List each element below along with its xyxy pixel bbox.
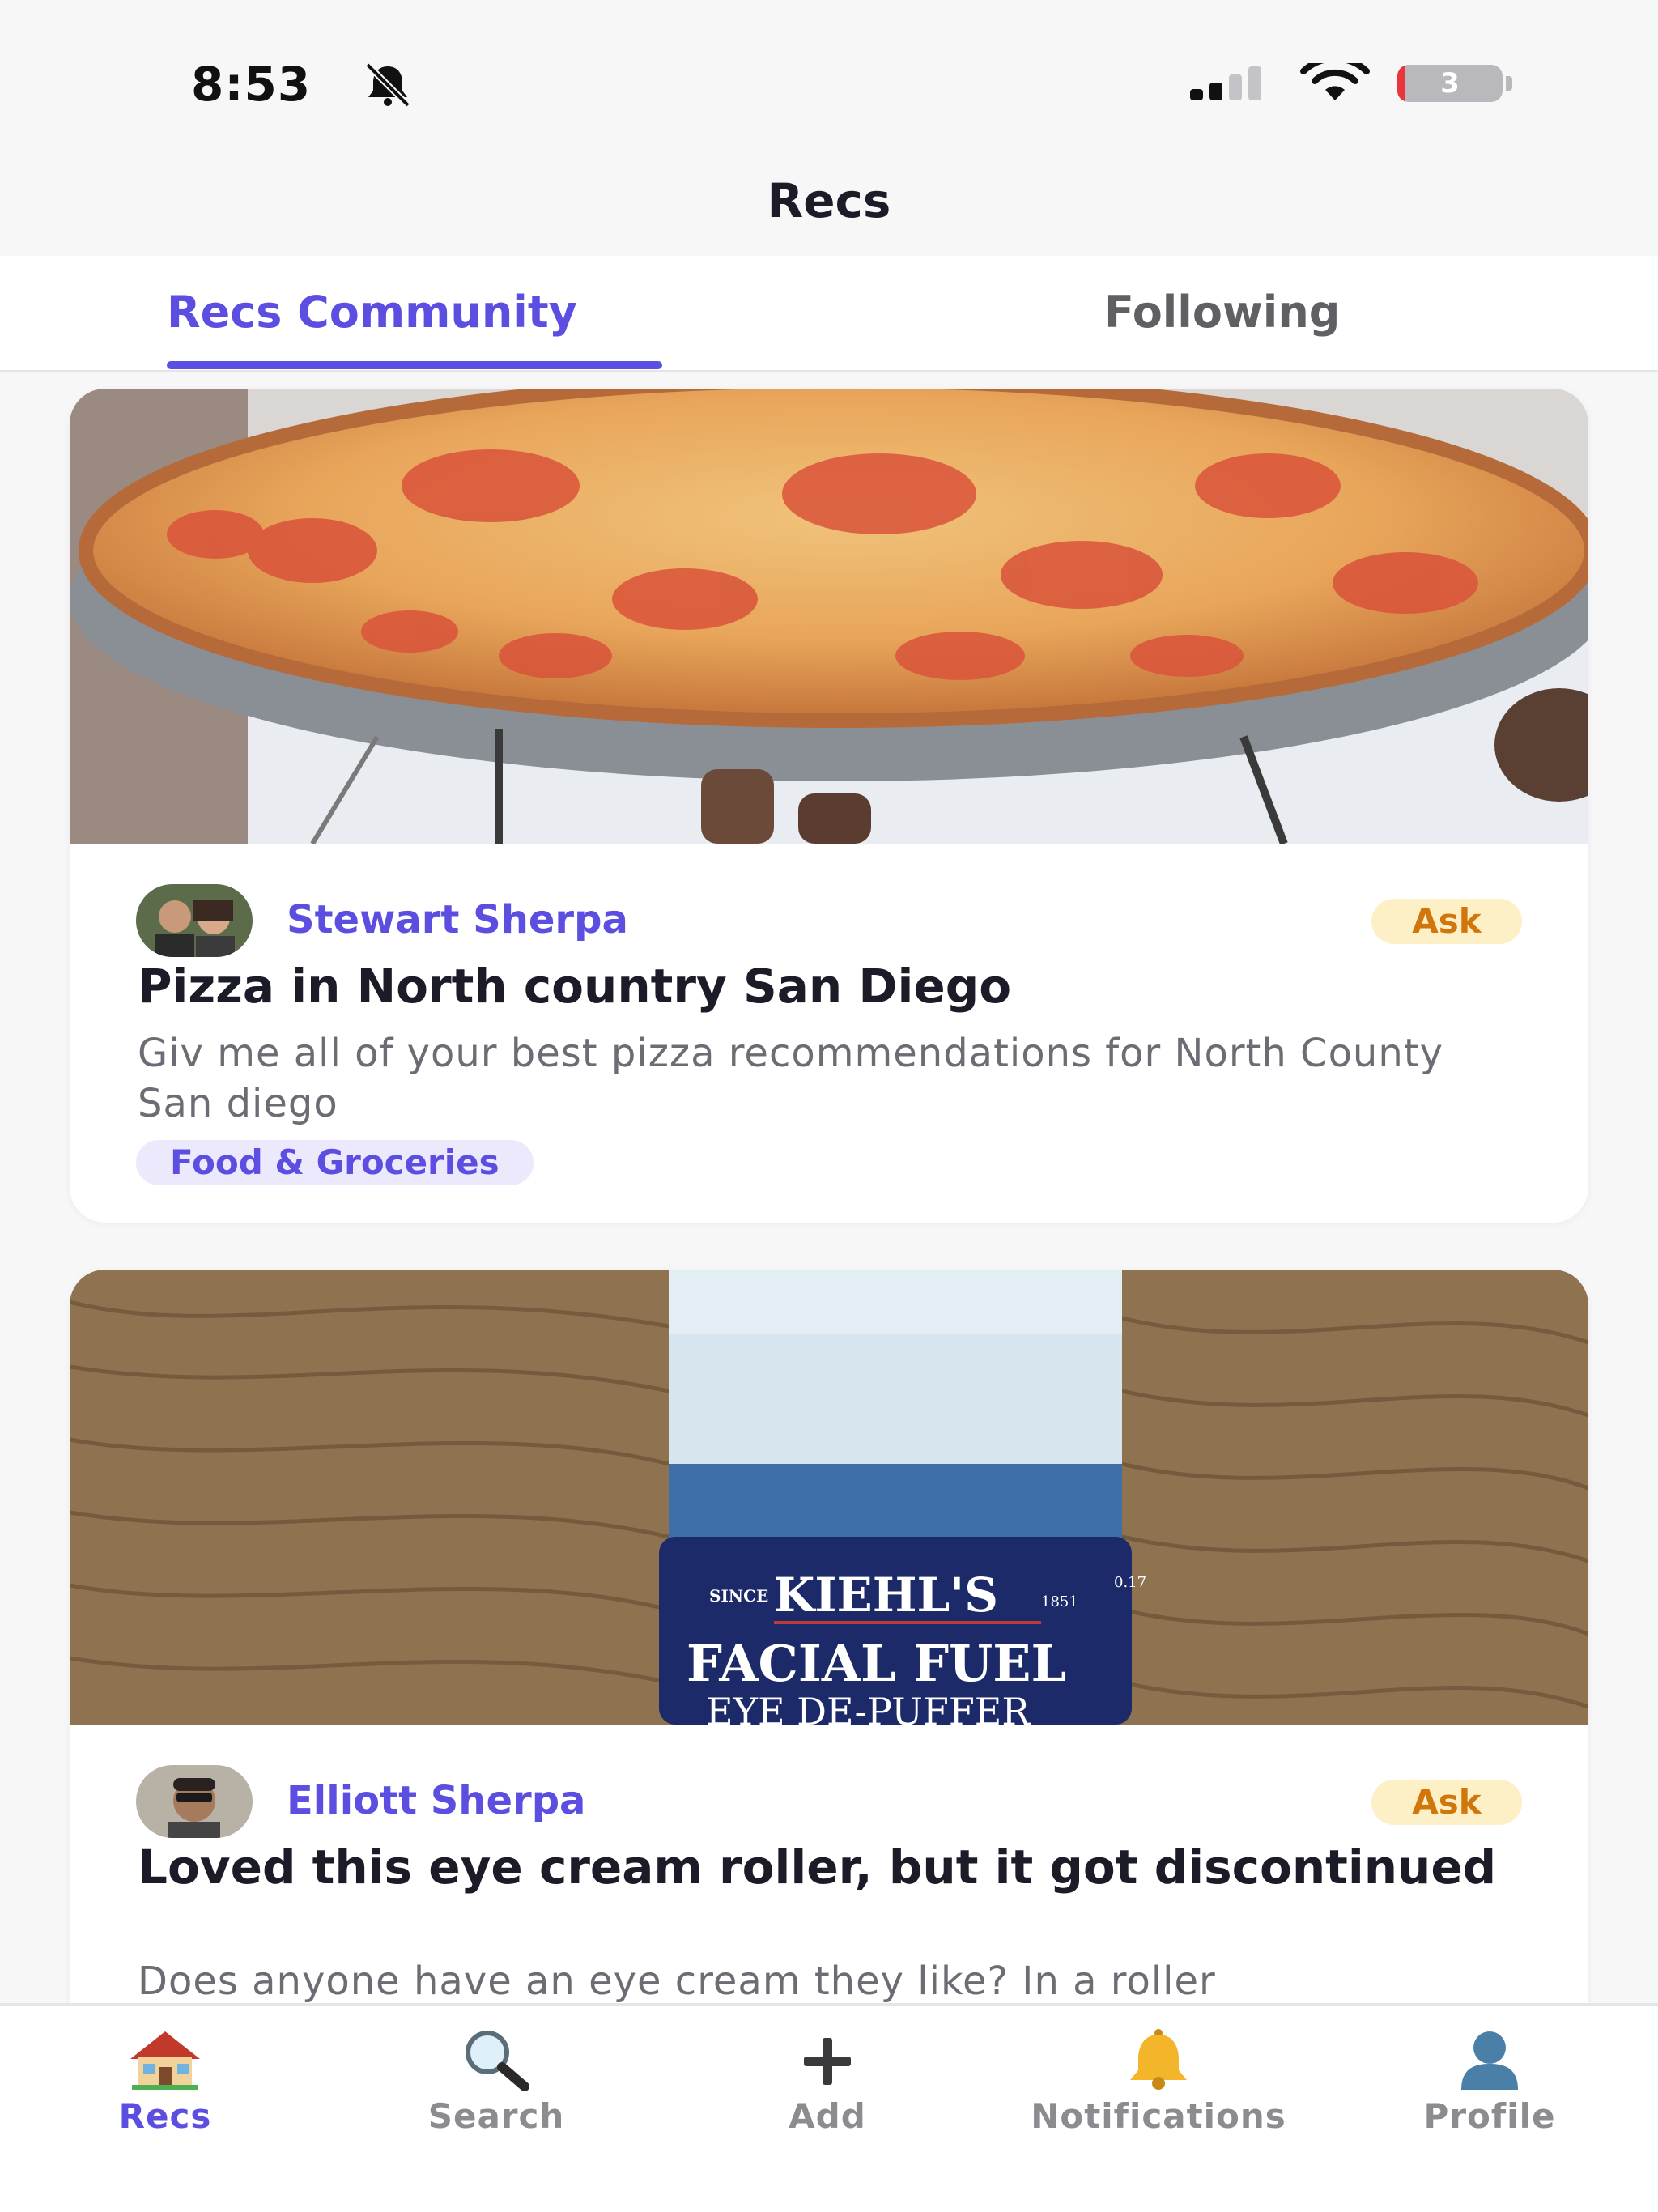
wifi-icon [1300, 63, 1370, 100]
ask-badge: Ask [1371, 899, 1522, 944]
post-image-eye-cream[interactable]: SINCE KIEHL'S 1851 0.17 FACIAL FUEL EYE … [70, 1270, 1588, 1725]
post-title[interactable]: Loved this eye cream roller, but it got … [138, 1841, 1530, 1893]
battery-nub [1506, 76, 1512, 91]
post-author[interactable]: Stewart Sherpa [287, 897, 628, 942]
product-year-text: 1851 [1041, 1593, 1078, 1610]
product-line1-text: FACIAL FUEL [687, 1634, 1066, 1693]
page-title: Recs [767, 173, 891, 228]
bottom-tab-profile[interactable]: Profile [1336, 2027, 1643, 2136]
segment-tabs: Recs Community Following [0, 256, 1658, 372]
ask-badge: Ask [1371, 1780, 1522, 1825]
bottom-tab-recs[interactable]: Recs [11, 2027, 319, 2136]
product-brand-text: KIEHL'S [774, 1568, 998, 1623]
post-card[interactable]: Stewart Sherpa Ask Pizza in North countr… [70, 389, 1588, 1223]
avatar[interactable] [136, 1765, 253, 1838]
active-tab-indicator [167, 361, 662, 369]
bottom-tab-label: Profile [1423, 2096, 1556, 2136]
person-icon [1461, 2031, 1518, 2090]
category-tag[interactable]: Food & Groceries [136, 1140, 534, 1185]
product-line2-text: EYE DE-PUFFER [706, 1690, 1031, 1725]
bottom-tab-bar: Recs Search Add Notifications Profile [0, 2003, 1658, 2212]
battery-icon: 3 [1397, 65, 1503, 102]
eye-cream-photo: SINCE KIEHL'S 1851 0.17 FACIAL FUEL EYE … [70, 1270, 1588, 1725]
post-image-pizza[interactable] [70, 389, 1588, 844]
post-body: Giv me all of your best pizza recommenda… [138, 1031, 1443, 1126]
bottom-tab-notifications[interactable]: Notifications [1005, 2027, 1312, 2136]
post-card[interactable]: SINCE KIEHL'S 1851 0.17 FACIAL FUEL EYE … [70, 1270, 1588, 2079]
bottom-tab-add[interactable]: Add [674, 2027, 981, 2136]
product-size-text: 0.17 [1114, 1574, 1146, 1591]
post-body: Does anyone have an eye cream they like?… [138, 1959, 1216, 2004]
post-author[interactable]: Elliott Sherpa [287, 1778, 585, 1823]
avatar[interactable] [136, 884, 253, 957]
post-title[interactable]: Pizza in North country San Diego [138, 960, 1530, 1012]
status-bar: 8:53 3 [0, 0, 1658, 154]
bottom-tab-label: Search [427, 2096, 565, 2136]
plus-icon [804, 2038, 851, 2085]
bell-icon [1130, 2029, 1187, 2090]
bottom-tab-label: Add [789, 2096, 866, 2136]
bottom-tab-search[interactable]: Search [342, 2027, 650, 2136]
tab-recs-community[interactable]: Recs Community [167, 287, 577, 338]
magnifier-icon [466, 2031, 529, 2091]
house-icon [130, 2031, 200, 2090]
cellular-signal-icon [1190, 66, 1261, 100]
bottom-tab-label: Notifications [1031, 2096, 1286, 2136]
battery-level: 3 [1440, 67, 1460, 100]
status-time: 8:53 [191, 57, 312, 112]
tab-following[interactable]: Following [1104, 287, 1340, 338]
bell-slash-icon [365, 62, 410, 107]
pizza-photo [70, 389, 1588, 844]
product-since-text: SINCE [709, 1586, 768, 1606]
bottom-tab-label: Recs [118, 2096, 212, 2136]
